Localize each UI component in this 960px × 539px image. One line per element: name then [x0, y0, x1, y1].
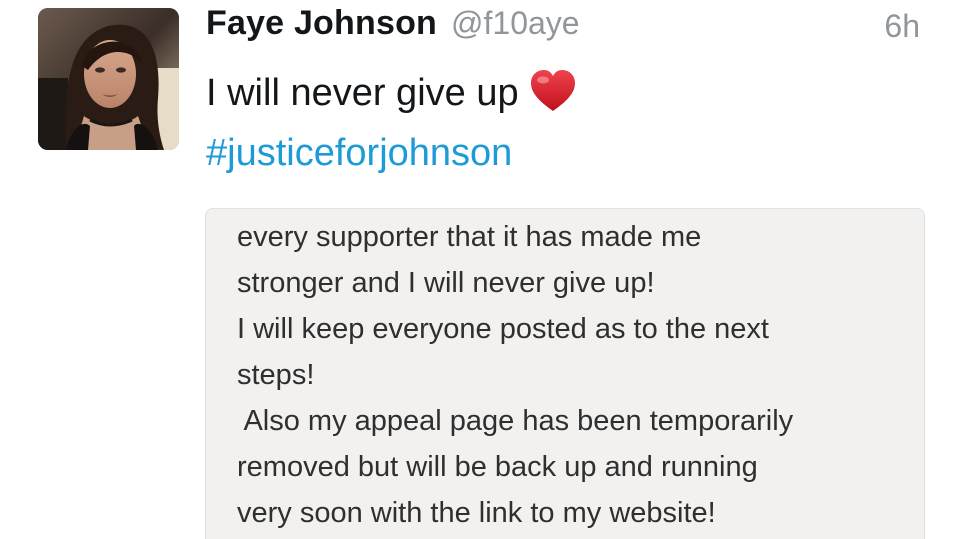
red-heart-icon — [530, 70, 575, 111]
media-text-line: stronger and I will never give up! — [237, 267, 655, 299]
attached-image[interactable]: every supporter that it has made me stro… — [205, 208, 925, 539]
avatar[interactable] — [38, 8, 179, 150]
author-handle[interactable]: @f10aye — [451, 5, 580, 42]
author-line: Faye Johnson @f10aye — [206, 4, 580, 50]
media-text-line: removed but will be back up and running — [237, 451, 758, 483]
tweet[interactable]: Faye Johnson @f10aye 6h I will never giv… — [0, 0, 960, 539]
avatar-photo — [38, 8, 179, 150]
tweet-timestamp[interactable]: 6h — [884, 8, 920, 45]
media-text-line: I will keep everyone posted as to the ne… — [237, 313, 769, 345]
media-text-line: very soon with the link to my website! — [237, 497, 716, 529]
media-text-line: steps! — [237, 359, 315, 391]
media-text-line: Also my appeal page has been temporarily — [237, 405, 794, 437]
media-text-line: every supporter that it has made me — [237, 221, 702, 253]
tweet-text: I will never give up — [206, 72, 519, 114]
tweet-text-line: I will never give up — [206, 66, 577, 120]
author-display-name[interactable]: Faye Johnson — [206, 4, 437, 43]
hashtag-link[interactable]: #justiceforjohnson — [206, 126, 512, 180]
